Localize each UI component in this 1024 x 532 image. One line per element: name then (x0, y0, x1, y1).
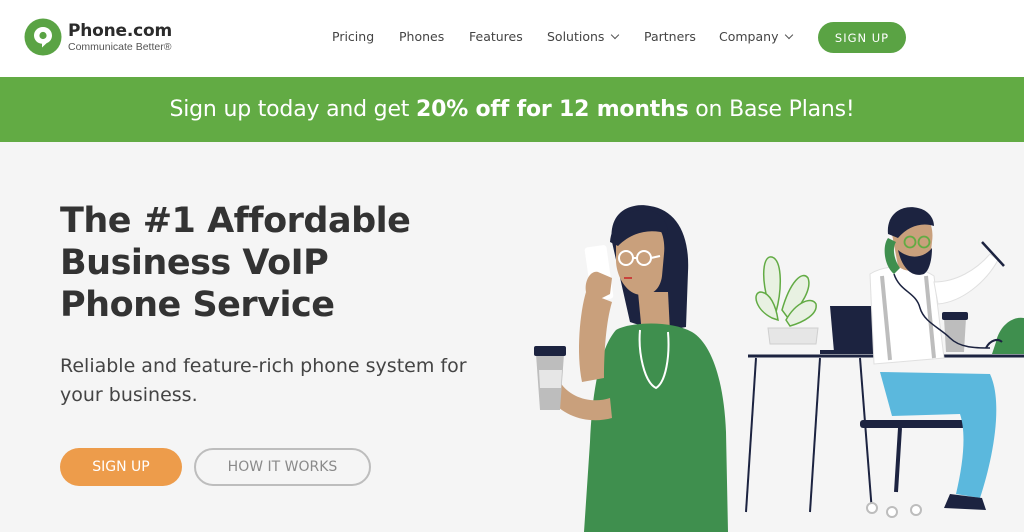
hero-title: The #1 Affordable Business VoIP Phone Se… (60, 201, 411, 325)
hero-subtitle: Reliable and feature-rich phone system f… (60, 355, 467, 406)
nav-item-partners[interactable]: Partners (644, 28, 696, 46)
how-it-works-button[interactable]: HOW IT WORKS (194, 448, 371, 486)
nav-item-company[interactable]: Company (719, 28, 794, 46)
nav-item-solutions[interactable]: Solutions (547, 28, 620, 46)
promo-suffix: on Base Plans! (688, 97, 855, 122)
nav-item-label: Partners (644, 29, 696, 44)
chevron-down-icon (785, 30, 794, 40)
promo-prefix: Sign up today and get (169, 97, 416, 122)
man-illustration (860, 207, 1005, 518)
hero-illustration (534, 205, 1024, 532)
woman-illustration (534, 205, 728, 532)
hero-signup-button[interactable]: SIGN UP (60, 448, 182, 486)
promo-highlight: 20% off for 12 months (416, 97, 689, 122)
nav-item-pricing[interactable]: Pricing (332, 28, 374, 46)
nav-item-phones[interactable]: Phones (399, 28, 444, 46)
nav-item-label: Features (469, 29, 523, 44)
nav-item-label: Phones (399, 29, 445, 44)
nav-signup-button[interactable]: SIGN UP (818, 22, 906, 53)
nav-item-label: Company (719, 29, 779, 44)
promo-banner[interactable]: Sign up today and get 20% off for 12 mon… (0, 77, 1024, 142)
main-nav: Pricing Phones Features Solutions Partne… (0, 0, 1024, 77)
plant-illustration (755, 256, 819, 345)
nav-item-label: Solutions (547, 29, 605, 44)
site-header: Phone.com Communicate Better® Pricing Ph… (0, 0, 1024, 77)
chevron-down-icon (611, 30, 620, 40)
promo-text: Sign up today and get 20% off for 12 mon… (169, 97, 854, 122)
nav-item-label: Pricing (332, 29, 375, 44)
nav-item-features[interactable]: Features (469, 28, 523, 46)
hero-section: The #1 Affordable Business VoIP Phone Se… (0, 142, 1024, 532)
